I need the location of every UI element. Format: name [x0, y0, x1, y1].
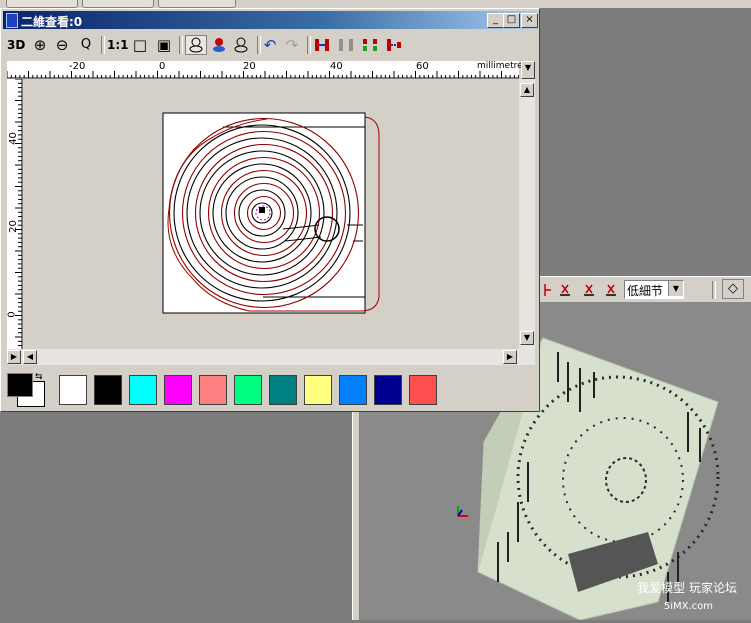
scroll-first-button[interactable]: ▶: [7, 350, 21, 364]
fit-all-icon[interactable]: ▣: [155, 35, 173, 55]
swap-colors-icon[interactable]: ⇆: [35, 372, 43, 382]
vertical-scrollbar[interactable]: ▲ ▼: [519, 79, 535, 349]
v-ruler-label: 40: [7, 132, 19, 145]
palette-swatch[interactable]: [129, 375, 157, 405]
detail-level-select[interactable]: 低細节 ▼: [624, 280, 684, 299]
ruler-unit-label: millimetres: [477, 61, 528, 71]
maximize-button[interactable]: □: [503, 13, 520, 28]
vertical-ruler: 40 20 0: [7, 79, 24, 349]
foreground-color-swatch[interactable]: [7, 373, 33, 397]
v-ruler-ticks: [15, 79, 23, 349]
left-empty-pane: [0, 412, 352, 620]
diamond-view-icon[interactable]: ◇: [722, 279, 744, 299]
palette-swatch[interactable]: [94, 375, 122, 405]
h-ruler-label: 40: [330, 61, 343, 72]
palette-swatch[interactable]: [164, 375, 192, 405]
horizontal-scrollbar[interactable]: ▶ ◀ ▶: [7, 349, 535, 365]
toolbar-separator: [101, 36, 105, 54]
2d-drawing: [162, 112, 380, 314]
vertical-splitter[interactable]: [352, 412, 360, 620]
top-tab-3[interactable]: [158, 0, 236, 8]
color-palette: ⇆: [3, 369, 537, 411]
right-empty-pane: [540, 8, 751, 248]
scroll-right-button[interactable]: ▶: [503, 350, 517, 364]
watermark-text: 我爱模型 玩家论坛: [637, 581, 737, 595]
undo-icon[interactable]: ↶: [261, 35, 279, 55]
h-ruler-label: 60: [416, 61, 429, 72]
detail-level-value: 低細节: [627, 284, 664, 298]
2d-viewer-window: 二維查看:0 _ □ × 3D ⊕ ⊖ Q 1:1 □ ▣ ↶ ↷ -20 0 …: [0, 8, 540, 412]
node-edit-icons[interactable]: [313, 37, 409, 53]
fit-page-icon[interactable]: □: [131, 35, 149, 55]
scroll-left-button[interactable]: ◀: [23, 350, 37, 364]
view-3d-button[interactable]: 3D: [7, 35, 25, 55]
window-title: 二維查看:0: [21, 15, 83, 29]
toolbar-separator: [179, 36, 183, 54]
minimize-button[interactable]: _: [487, 13, 504, 28]
scroll-down-button[interactable]: ▼: [520, 331, 534, 345]
top-tab-2[interactable]: [82, 0, 154, 8]
chevron-down-icon[interactable]: ▼: [668, 281, 683, 296]
horizontal-splitter[interactable]: [540, 248, 751, 276]
h-ruler-label: -20: [69, 61, 86, 72]
app-icon: [6, 13, 18, 28]
v-ruler-label: 20: [7, 220, 19, 233]
toolbar-separator: [307, 36, 311, 54]
horizontal-ruler: -20 0 20 40 60 millimetres: [7, 61, 527, 80]
actual-size-button[interactable]: 1:1: [107, 35, 129, 55]
drawing-canvas[interactable]: [23, 79, 519, 349]
window-titlebar[interactable]: 二維查看:0 _ □ ×: [3, 11, 538, 29]
palette-swatch[interactable]: [59, 375, 87, 405]
zoom-window-icon[interactable]: Q: [77, 35, 95, 55]
zoom-in-icon[interactable]: ⊕: [31, 35, 49, 55]
palette-swatch[interactable]: [374, 375, 402, 405]
3d-toolbar-icons[interactable]: [542, 281, 632, 299]
palette-swatch[interactable]: [304, 375, 332, 405]
palette-swatch[interactable]: [269, 375, 297, 405]
scroll-up-button[interactable]: ▲: [520, 83, 534, 97]
toolbar-separator: [712, 281, 716, 299]
zoom-out-icon[interactable]: ⊖: [53, 35, 71, 55]
viewer-toolbar: 3D ⊕ ⊖ Q 1:1 □ ▣ ↶ ↷: [3, 31, 537, 59]
v-ruler-label: 0: [6, 311, 18, 318]
palette-swatch[interactable]: [409, 375, 437, 405]
3d-view-toolbar: 低細节 ▼ ◇: [540, 276, 751, 304]
layer-view-icons[interactable]: [185, 35, 255, 55]
h-ruler-label: 20: [243, 61, 256, 72]
palette-swatch[interactable]: [234, 375, 262, 405]
palette-swatch[interactable]: [199, 375, 227, 405]
palette-swatch[interactable]: [339, 375, 367, 405]
h-ruler-label: 0: [159, 61, 166, 72]
redo-icon[interactable]: ↷: [283, 35, 301, 55]
watermark-url: 5iMX.com: [663, 601, 713, 612]
ruler-units-dropdown[interactable]: ▼: [521, 61, 535, 79]
close-button[interactable]: ×: [521, 13, 538, 28]
top-tab-1[interactable]: [6, 0, 78, 8]
